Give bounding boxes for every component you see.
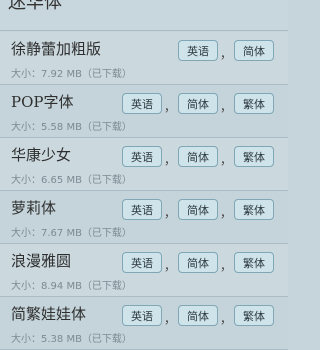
traditional-button[interactable]: 繁体 <box>234 146 274 167</box>
font-list-item[interactable]: 徐静蕾加粗版 大小：7.92 MB（已下载） 英语 ， 简体 <box>0 32 288 85</box>
font-list-item[interactable]: POP字体 大小：5.58 MB（已下载） 英语 ， 简体 ， 繁体 <box>0 85 288 138</box>
english-button[interactable]: 英语 <box>122 199 162 220</box>
separator: ， <box>219 206 232 220</box>
font-size-label: 大小：7.92 MB（已下载） <box>11 69 132 80</box>
font-size-label: 大小：7.67 MB（已下载） <box>11 228 132 239</box>
list-header: 迷华体 <box>0 0 288 31</box>
traditional-button[interactable]: 繁体 <box>234 305 274 326</box>
separator: ， <box>163 206 176 220</box>
separator: ， <box>219 47 232 61</box>
font-size-label: 大小：5.38 MB（已下载） <box>11 334 132 345</box>
english-button[interactable]: 英语 <box>122 252 162 273</box>
separator: ， <box>163 153 176 167</box>
font-name: POP字体 <box>11 93 74 111</box>
traditional-button[interactable]: 繁体 <box>234 199 274 220</box>
language-buttons: 英语 ， 简体 ， 繁体 <box>122 93 274 114</box>
traditional-button[interactable]: 繁体 <box>234 252 274 273</box>
language-buttons: 英语 ， 简体 <box>178 40 274 61</box>
language-buttons: 英语 ， 简体 ， 繁体 <box>122 305 274 326</box>
partial-font-title: 迷华体 <box>8 0 62 13</box>
language-buttons: 英语 ， 简体 ， 繁体 <box>122 146 274 167</box>
font-list-item[interactable]: 华康少女 大小：6.65 MB（已下载） 英语 ， 简体 ， 繁体 <box>0 138 288 191</box>
font-name: 浪漫雅圆 <box>11 252 72 270</box>
font-list: 徐静蕾加粗版 大小：7.92 MB（已下载） 英语 ， 简体 POP字体 大小：… <box>0 32 288 350</box>
separator: ， <box>219 312 232 326</box>
language-buttons: 英语 ， 简体 ， 繁体 <box>122 199 274 220</box>
traditional-button[interactable]: 繁体 <box>234 93 274 114</box>
font-size-label: 大小：6.65 MB（已下载） <box>11 175 132 186</box>
font-size-label: 大小：8.94 MB（已下载） <box>11 281 132 292</box>
simplified-button[interactable]: 简体 <box>178 305 218 326</box>
font-list-item[interactable]: 萝莉体 大小：7.67 MB（已下载） 英语 ， 简体 ， 繁体 <box>0 191 288 244</box>
font-name: 萝莉体 <box>11 199 57 217</box>
english-button[interactable]: 英语 <box>122 93 162 114</box>
font-name: 徐静蕾加粗版 <box>11 40 102 58</box>
english-button[interactable]: 英语 <box>178 40 218 61</box>
separator: ， <box>163 312 176 326</box>
separator: ， <box>219 153 232 167</box>
font-name: 华康少女 <box>11 146 72 164</box>
font-list-item[interactable]: 简繁娃娃体 大小：5.38 MB（已下载） 英语 ， 简体 ， 繁体 <box>0 297 288 350</box>
separator: ， <box>219 259 232 273</box>
language-buttons: 英语 ， 简体 ， 繁体 <box>122 252 274 273</box>
font-size-label: 大小：5.58 MB（已下载） <box>11 122 132 133</box>
separator: ， <box>163 259 176 273</box>
english-button[interactable]: 英语 <box>122 146 162 167</box>
english-button[interactable]: 英语 <box>122 305 162 326</box>
simplified-button[interactable]: 简体 <box>178 93 218 114</box>
simplified-button[interactable]: 简体 <box>178 199 218 220</box>
font-list-item[interactable]: 浪漫雅圆 大小：8.94 MB（已下载） 英语 ， 简体 ， 繁体 <box>0 244 288 297</box>
separator: ， <box>219 100 232 114</box>
font-name: 简繁娃娃体 <box>11 305 87 323</box>
simplified-button[interactable]: 简体 <box>178 146 218 167</box>
simplified-button[interactable]: 简体 <box>178 252 218 273</box>
separator: ， <box>163 100 176 114</box>
simplified-button[interactable]: 简体 <box>234 40 274 61</box>
